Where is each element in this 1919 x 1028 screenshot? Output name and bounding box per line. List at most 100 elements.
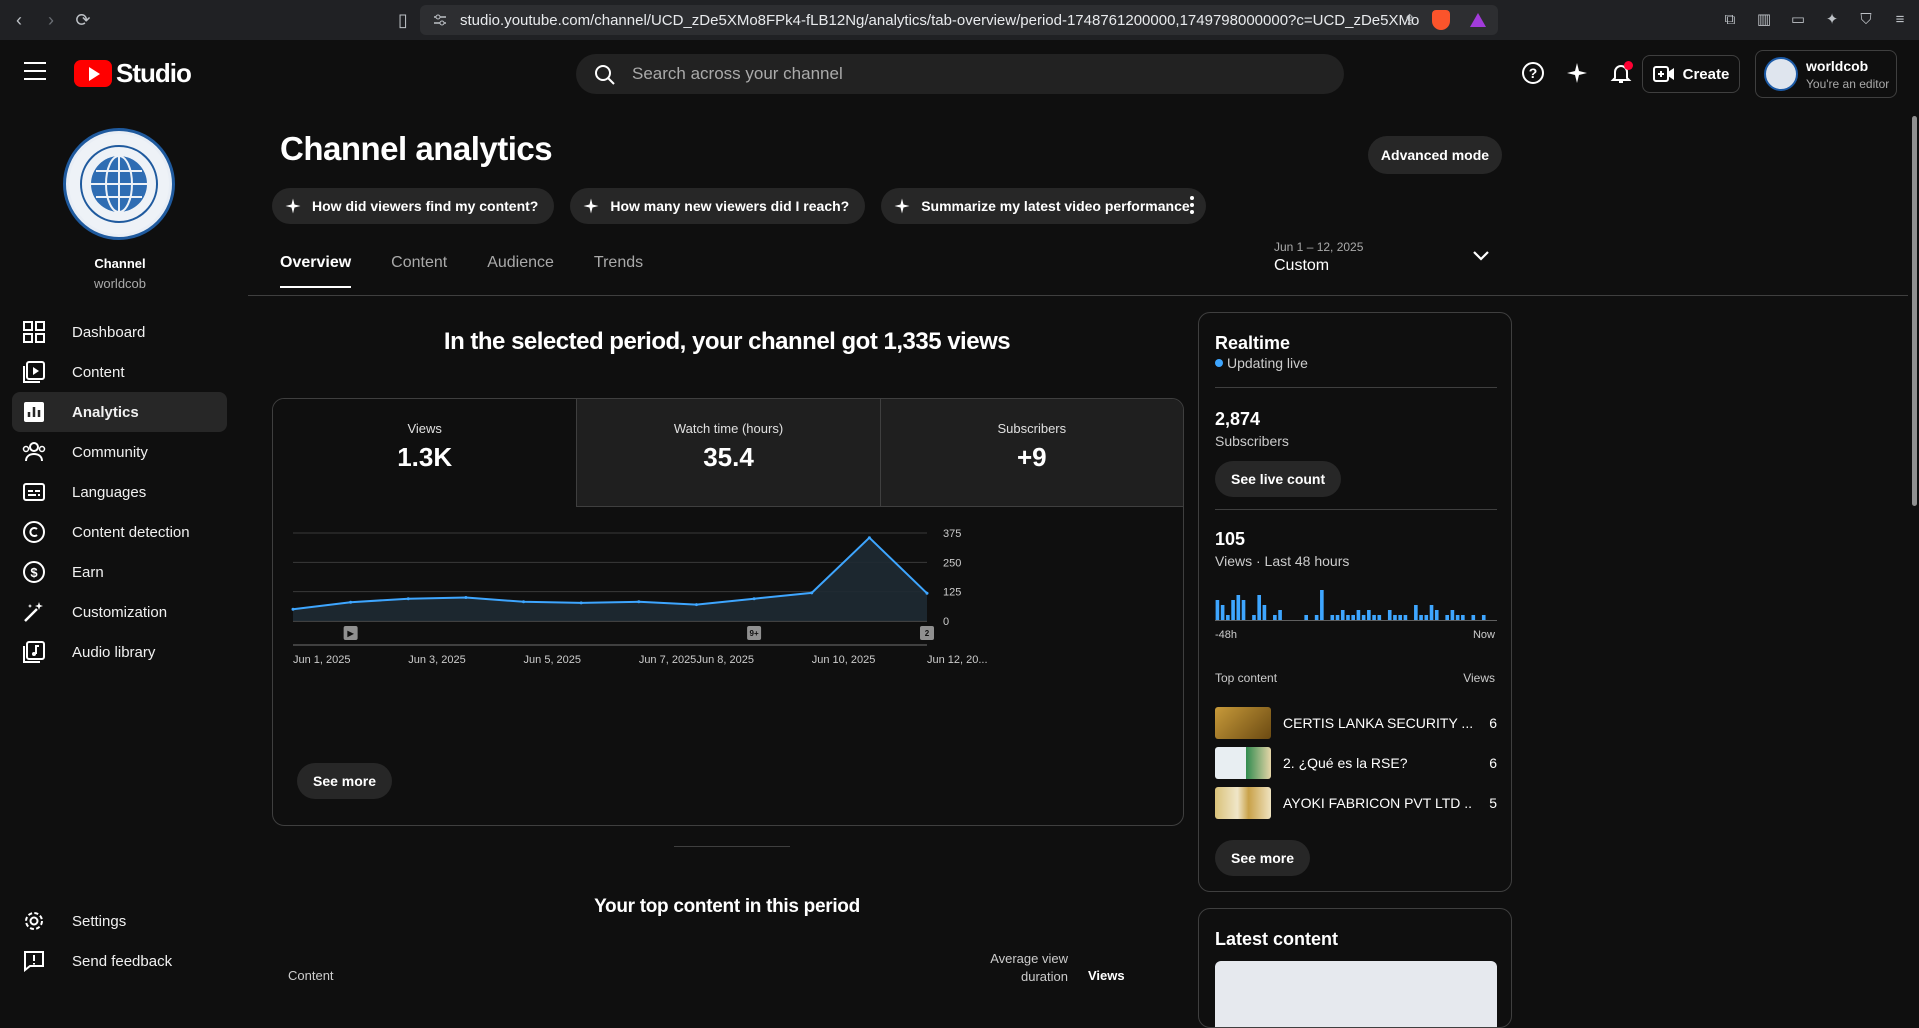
y-tick-label: 125 [943, 587, 961, 599]
sidebar-item-earn[interactable]: $ Earn [12, 552, 227, 592]
realtime-bar-chart [1215, 590, 1497, 621]
chip-viewers-find[interactable]: How did viewers find my content? [272, 188, 555, 224]
vpn-icon[interactable]: ⛉ [1855, 8, 1877, 30]
studio-logo[interactable]: Studio [74, 58, 192, 89]
video-title: AYOKI FABRICON PVT LTD ... [1283, 795, 1473, 811]
see-more-button[interactable]: See more [297, 763, 393, 799]
page-scrollbar[interactable] [1909, 104, 1919, 995]
sparkle-icon[interactable] [1564, 60, 1590, 86]
community-icon [22, 440, 46, 464]
account-switcher[interactable]: worldcob You're an editor [1755, 50, 1897, 98]
sidebar-item-community[interactable]: Community [12, 432, 227, 472]
analytics-tabs: Overview Content Audience Trends [280, 254, 643, 288]
sidebar-item-settings[interactable]: Settings [12, 901, 227, 941]
realtime-bar [1372, 615, 1376, 620]
video-views: 6 [1489, 715, 1497, 731]
date-range-picker[interactable]: Jun 1 – 12, 2025 Custom [1274, 240, 1504, 275]
data-point [349, 600, 353, 604]
sidebar-item-audio-library[interactable]: Audio library [12, 632, 227, 672]
brave-rewards-icon[interactable] [1470, 13, 1486, 27]
tab-overview[interactable]: Overview [280, 254, 352, 288]
wallet-icon[interactable]: ▭ [1787, 8, 1809, 30]
channel-avatar[interactable] [63, 128, 175, 240]
x-tick-label: Jun 1, 2025 [293, 654, 351, 666]
videos-count-marker-label: 2 [925, 629, 930, 638]
more-options-icon[interactable] [1182, 196, 1202, 216]
feedback-icon [22, 949, 46, 973]
chip-summarize-latest[interactable]: Summarize my latest video performance [881, 188, 1206, 224]
address-bar[interactable]: studio.youtube.com/channel/UCD_zDe5XMo8F… [420, 5, 1498, 35]
metric-watch-time[interactable]: Watch time (hours) 35.4 [576, 399, 880, 507]
sidebar-item-content[interactable]: Content [12, 352, 227, 392]
advanced-mode-button[interactable]: Advanced mode [1368, 136, 1502, 174]
sidebar-item-label: Send feedback [72, 952, 173, 970]
video-views: 6 [1489, 755, 1497, 771]
forward-icon[interactable]: › [38, 7, 64, 33]
sparkle-icon [894, 198, 910, 214]
metric-views[interactable]: Views 1.3K [273, 399, 577, 507]
realtime-bar [1398, 615, 1402, 620]
top-content-row[interactable]: AYOKI FABRICON PVT LTD ... 5 [1215, 787, 1497, 819]
search-input[interactable]: Search across your channel [576, 54, 1344, 94]
realtime-bar [1231, 600, 1235, 620]
share-icon[interactable]: ⇪ [1403, 11, 1416, 29]
column-header-views[interactable]: Views [1088, 968, 1125, 983]
realtime-subscribers-count: 2,874 [1215, 409, 1261, 429]
realtime-bar [1226, 615, 1230, 620]
chevron-down-icon [1473, 251, 1489, 261]
back-icon[interactable]: ‹ [6, 7, 32, 33]
top-content-label: Top content [1215, 671, 1278, 685]
chip-new-viewers[interactable]: How many new viewers did I reach? [570, 188, 866, 224]
subtitles-icon [22, 480, 46, 504]
sidebar-toggle-icon[interactable]: ▥ [1753, 8, 1775, 30]
help-icon[interactable]: ? [1520, 60, 1546, 86]
chip-label: Summarize my latest video performance [921, 198, 1190, 214]
brave-shield-icon[interactable] [1432, 10, 1450, 30]
y-tick-label: 0 [943, 616, 949, 628]
tabs-divider [248, 295, 1908, 296]
realtime-bar [1393, 615, 1397, 620]
channel-title: Channel [94, 256, 146, 271]
account-name: worldcob [1806, 57, 1869, 74]
hamburger-menu-icon[interactable] [24, 62, 46, 80]
metric-subscribers[interactable]: Subscribers +9 [879, 399, 1183, 507]
top-content-row[interactable]: CERTIS LANKA SECURITY ... 6 [1215, 707, 1497, 739]
realtime-bar [1236, 595, 1241, 620]
tab-content[interactable]: Content [391, 254, 447, 288]
suggestion-chips: How did viewers find my content? How man… [272, 188, 1206, 224]
sidebar-nav: Dashboard Content Analytics Community La… [12, 312, 227, 672]
realtime-bar [1387, 610, 1392, 620]
screenshot-icon[interactable]: ⧉ [1719, 8, 1741, 30]
realtime-bar [1340, 610, 1345, 620]
sidebar-item-analytics[interactable]: Analytics [12, 392, 227, 432]
top-content-row[interactable]: 2. ¿Qué es la RSE? 6 [1215, 747, 1497, 779]
tab-trends[interactable]: Trends [594, 254, 643, 288]
create-button[interactable]: Create [1642, 55, 1740, 93]
notifications-icon[interactable] [1608, 60, 1634, 86]
see-more-top-content-button[interactable]: See more [1215, 840, 1311, 876]
realtime-views-count: 105 [1215, 529, 1246, 549]
bookmark-icon[interactable]: ▯ [390, 7, 416, 33]
notification-dot [1624, 61, 1633, 70]
views-line-chart: 0 125 250 375 ▶ 9+ 2 Jun 1, 2025 Jun 3, 2025 Jun … [273, 507, 1183, 747]
page-title: Channel analytics [280, 130, 553, 167]
menu-icon[interactable]: ≡ [1889, 8, 1911, 30]
create-label: Create [1682, 65, 1730, 83]
sidebar-item-dashboard[interactable]: Dashboard [12, 312, 227, 352]
realtime-status: Updating live [1215, 355, 1308, 371]
sidebar-item-customization[interactable]: Customization [12, 592, 227, 632]
scrollbar-thumb[interactable] [1912, 116, 1917, 506]
sidebar-item-content-detection[interactable]: Content detection [12, 512, 227, 552]
sidebar-item-label: Content detection [72, 523, 190, 541]
see-live-count-button[interactable]: See live count [1215, 461, 1342, 497]
y-tick-label: 250 [943, 557, 961, 569]
realtime-bar [1403, 615, 1408, 620]
leo-ai-icon[interactable]: ✦ [1821, 8, 1843, 30]
sidebar-item-languages[interactable]: Languages [12, 472, 227, 512]
sidebar-item-label: Settings [72, 912, 127, 930]
account-avatar [1764, 57, 1798, 91]
sidebar-item-send-feedback[interactable]: Send feedback [12, 941, 227, 981]
tab-audience[interactable]: Audience [487, 254, 554, 288]
site-settings-icon[interactable] [432, 12, 448, 28]
reload-icon[interactable]: ⟳ [70, 7, 96, 33]
